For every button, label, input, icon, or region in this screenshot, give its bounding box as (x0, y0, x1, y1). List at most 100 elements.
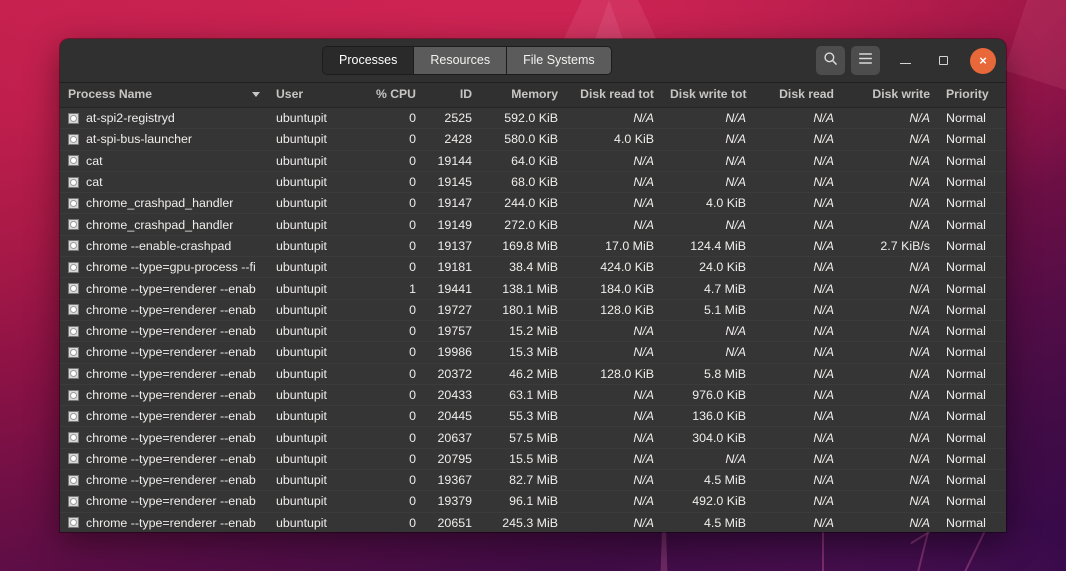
process-app-icon (68, 495, 79, 507)
table-row[interactable]: chrome --type=renderer --enab ubuntupit 0 1… (60, 490, 1006, 513)
table-row[interactable]: chrome --type=renderer --enab ubuntupit 0 1… (60, 299, 1006, 321)
cell-dwt: 124.4 MiB (662, 235, 754, 258)
cell-dw: N/A (842, 192, 938, 215)
value-not-available: N/A (909, 515, 930, 530)
cell-user: ubuntupit (268, 341, 360, 364)
table-row[interactable]: chrome --type=renderer --enab ubuntupit 1 1… (60, 277, 1006, 300)
table-row[interactable]: chrome --type=renderer --enab ubuntupit 0 1… (60, 469, 1006, 492)
cell-id: 19137 (424, 235, 480, 258)
process-name-cell: chrome --type=gpu-process --fi (68, 260, 260, 274)
process-name-cell: chrome_crashpad_handler (68, 218, 260, 232)
cell-drt: N/A (566, 192, 662, 215)
value-not-available: N/A (813, 388, 834, 402)
process-name-cell: chrome --type=renderer --enab (68, 367, 260, 381)
cell-dw: N/A (842, 341, 938, 364)
cell-dw: N/A (842, 171, 938, 194)
cell-user: ubuntupit (268, 469, 360, 492)
cell-drt: N/A (566, 107, 662, 130)
cell-user: ubuntupit (268, 363, 360, 385)
cell-dwt: 304.0 KiB (662, 426, 754, 449)
view-tab-group[interactable]: Processes Resources File Systems (322, 46, 612, 75)
search-icon (823, 51, 838, 71)
value-not-available: N/A (909, 175, 930, 190)
table-row[interactable]: chrome_crashpad_handler ubuntupit 0 19149 27… (60, 213, 1006, 236)
table-row[interactable]: chrome --type=renderer --enab ubuntupit 0 2… (60, 384, 1006, 407)
cell-memory: 46.2 MiB (480, 363, 566, 385)
cell-dr: N/A (754, 512, 842, 532)
process-name-label: chrome --type=renderer --enab (86, 515, 256, 530)
table-row[interactable]: chrome_crashpad_handler ubuntupit 0 19147 24… (60, 192, 1006, 215)
cell-drt: 128.0 KiB (566, 299, 662, 321)
minimize-button[interactable] (892, 48, 918, 74)
table-row[interactable]: chrome --type=renderer --enab ubuntupit 0 2… (60, 448, 1006, 471)
process-table-scroll-area[interactable]: Process Name User % CPU ID Memory Disk r… (60, 83, 1006, 532)
cell-dwt: N/A (662, 213, 754, 236)
maximize-button[interactable] (930, 48, 956, 74)
column-header-id[interactable]: ID (424, 83, 480, 108)
cell-id: 19147 (424, 192, 480, 215)
value-not-available: N/A (633, 451, 654, 466)
value-not-available: N/A (633, 430, 654, 445)
table-row[interactable]: chrome --type=renderer --enab ubuntupit 0 2… (60, 512, 1006, 532)
column-header-disk-read[interactable]: Disk read (754, 83, 842, 108)
cell-process-name: cat (60, 150, 268, 172)
column-header-priority[interactable]: Priority (938, 83, 1006, 108)
column-header-process-name[interactable]: Process Name (60, 83, 268, 108)
table-row[interactable]: chrome --type=renderer --enab ubuntupit 0 1… (60, 320, 1006, 343)
tab-file-systems[interactable]: File Systems (507, 47, 611, 74)
cell-drt: N/A (566, 405, 662, 428)
cell-dr: N/A (754, 341, 842, 364)
process-app-icon (68, 176, 79, 188)
close-button[interactable]: × (970, 47, 996, 74)
table-row[interactable]: cat ubuntupit 0 19144 64.0 KiB N/A N/A N/A N/A No… (60, 150, 1006, 172)
main-menu-button[interactable] (851, 46, 880, 75)
table-row[interactable]: chrome --enable-crashpad ubuntupit 0 19137 1… (60, 235, 1006, 258)
cell-dw: N/A (842, 469, 938, 492)
process-name-cell: chrome --type=renderer --enab (68, 473, 260, 487)
tab-processes[interactable]: Processes (323, 47, 415, 74)
table-row[interactable]: chrome --type=renderer --enab ubuntupit 0 1… (60, 341, 1006, 364)
cell-prio: Normal (938, 448, 1006, 471)
cell-user: ubuntupit (268, 213, 360, 236)
cell-dr: N/A (754, 469, 842, 492)
process-name-cell: chrome --type=renderer --enab (68, 431, 260, 445)
column-header-disk-write[interactable]: Disk write (842, 83, 938, 108)
cell-process-name: chrome --type=renderer --enab (60, 320, 268, 343)
cell-dw: N/A (842, 405, 938, 428)
cell-process-name: at-spi-bus-launcher (60, 128, 268, 151)
process-name-cell: chrome --enable-crashpad (68, 239, 260, 253)
cell-dr: N/A (754, 490, 842, 513)
tab-resources[interactable]: Resources (414, 47, 508, 74)
cell-prio: Normal (938, 213, 1006, 236)
value-not-available: N/A (725, 153, 746, 168)
process-app-icon (68, 240, 79, 252)
search-button[interactable] (816, 46, 845, 75)
table-row[interactable]: at-spi-bus-launcher ubuntupit 0 2428 580.0 K… (60, 128, 1006, 151)
cell-memory: 38.4 MiB (480, 256, 566, 279)
cell-dr: N/A (754, 171, 842, 194)
cell-dr: N/A (754, 363, 842, 385)
column-header-cpu[interactable]: % CPU (360, 83, 424, 108)
process-name-label: cat (86, 175, 103, 190)
process-name-label: chrome --type=renderer --enab (86, 281, 256, 296)
table-row[interactable]: chrome --type=gpu-process --fi ubuntupit 0… (60, 256, 1006, 279)
table-row[interactable]: at-spi2-registryd ubuntupit 0 2525 592.0 KiB… (60, 107, 1006, 130)
cell-id: 19379 (424, 490, 480, 513)
column-header-disk-read-total[interactable]: Disk read tot (566, 83, 662, 108)
cell-cpu: 0 (360, 320, 424, 343)
cell-drt: 128.0 KiB (566, 363, 662, 385)
process-app-icon (68, 453, 79, 465)
table-row[interactable]: cat ubuntupit 0 19145 68.0 KiB N/A N/A N/A N/A No… (60, 171, 1006, 194)
table-row[interactable]: chrome --type=renderer --enab ubuntupit 0 2… (60, 363, 1006, 385)
table-row[interactable]: chrome --type=renderer --enab ubuntupit 0 2… (60, 426, 1006, 449)
cell-memory: 244.0 KiB (480, 192, 566, 215)
column-header-user[interactable]: User (268, 83, 360, 108)
table-row[interactable]: chrome --type=renderer --enab ubuntupit 0 2… (60, 405, 1006, 428)
value-not-available: N/A (725, 451, 746, 466)
cell-drt: N/A (566, 150, 662, 172)
cell-prio: Normal (938, 490, 1006, 513)
cell-dw: N/A (842, 426, 938, 449)
column-header-memory[interactable]: Memory (480, 83, 566, 108)
column-header-disk-write-total[interactable]: Disk write tot (662, 83, 754, 108)
value-not-available: N/A (633, 324, 654, 339)
